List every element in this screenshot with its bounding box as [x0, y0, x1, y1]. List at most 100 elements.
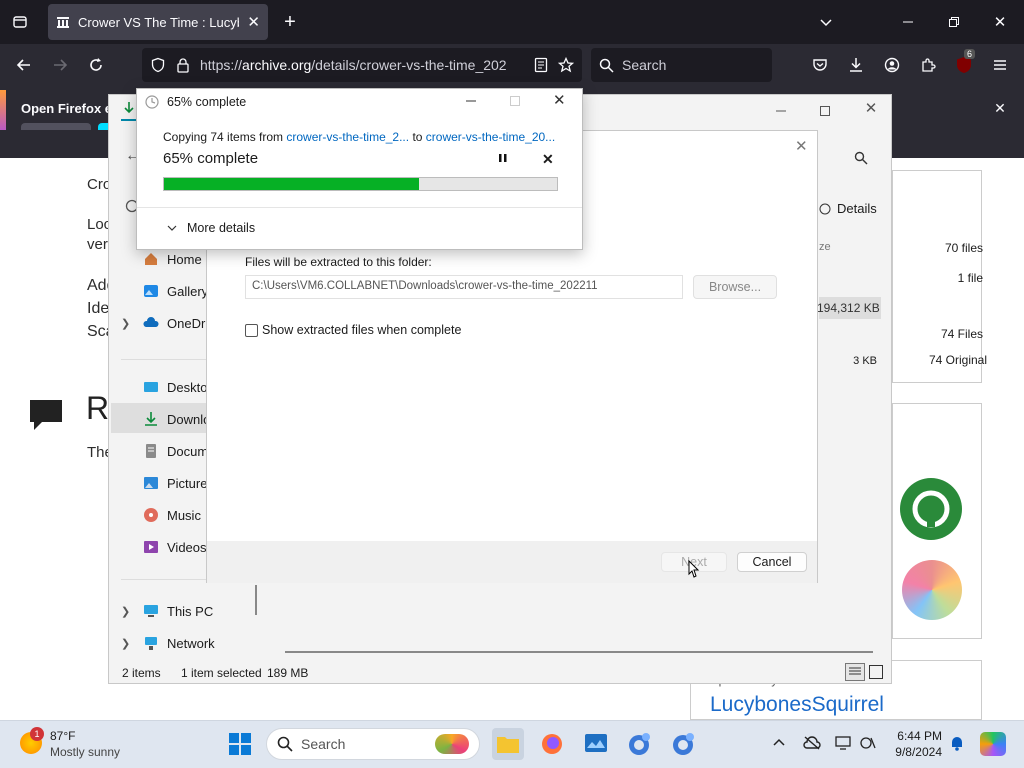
- back-arrow-icon[interactable]: [12, 53, 36, 77]
- restore-window-icon[interactable]: [942, 10, 966, 34]
- uploader-link[interactable]: LucybonesSquirrel: [710, 693, 884, 717]
- minimize-window-icon[interactable]: [896, 10, 920, 34]
- details-button[interactable]: Details: [819, 201, 877, 216]
- chevron-up-icon[interactable]: [772, 736, 786, 750]
- progress-bar-fill: [164, 178, 420, 190]
- pocket-icon[interactable]: [808, 53, 832, 77]
- shield-icon[interactable]: [150, 57, 166, 73]
- chevron-down-icon[interactable]: [814, 10, 838, 34]
- search-icon: [599, 58, 614, 73]
- sidebar-item-pictures[interactable]: Pictures: [143, 475, 214, 491]
- sidebar-scrollbar[interactable]: [255, 585, 257, 615]
- search-bar[interactable]: Search: [591, 48, 772, 82]
- extract-path-input[interactable]: C:\Users\VM6.COLLABNET\Downloads\crower-…: [245, 275, 683, 299]
- weather-temp[interactable]: 87°F: [50, 729, 75, 743]
- desktop-icon: [144, 382, 158, 392]
- tab-list-icon[interactable]: [8, 10, 32, 34]
- url-text[interactable]: https://archive.org/details/crower-vs-th…: [200, 57, 524, 73]
- destination-folder-link[interactable]: crower-vs-the-time_20...: [426, 130, 555, 144]
- start-button[interactable]: [224, 728, 256, 760]
- sidebar-item-network[interactable]: Network: [143, 635, 215, 651]
- reader-view-icon[interactable]: [534, 57, 548, 73]
- forward-arrow-icon[interactable]: [48, 53, 72, 77]
- lock-icon[interactable]: [176, 57, 190, 73]
- close-tab-icon[interactable]: ✕: [247, 13, 260, 31]
- show-files-checkbox[interactable]: [245, 323, 258, 337]
- taskbar-search[interactable]: Search: [266, 728, 480, 760]
- sidebar-item-desktop[interactable]: Desktop: [143, 379, 215, 395]
- explorer-search-icon[interactable]: [854, 151, 868, 165]
- explorer-maximize-icon[interactable]: [813, 101, 837, 121]
- downloads-icon[interactable]: [844, 53, 868, 77]
- chat-taskbar-icon-2[interactable]: [668, 728, 700, 760]
- archive-favicon-icon: [56, 15, 70, 29]
- sidebar-item-label: Network: [167, 635, 215, 651]
- chat-taskbar-icon[interactable]: [624, 728, 656, 760]
- reload-icon[interactable]: [84, 53, 108, 77]
- clock-date[interactable]: 9/8/2024: [886, 745, 942, 759]
- new-tab-icon[interactable]: +: [278, 10, 302, 34]
- more-details-toggle[interactable]: More details: [167, 221, 255, 235]
- copying-prefix: Copying 74 items from: [163, 130, 284, 144]
- app-taskbar-icon[interactable]: [580, 728, 612, 760]
- pause-icon[interactable]: [497, 152, 509, 164]
- progress-close-icon[interactable]: ✕: [553, 91, 566, 109]
- sidebar-item-videos[interactable]: Videos: [143, 539, 207, 555]
- hamburger-menu-icon[interactable]: [988, 53, 1012, 77]
- windows-logo-icon: [229, 733, 251, 755]
- close-window-icon[interactable]: ✕: [988, 10, 1012, 34]
- browser-tab-active[interactable]: Crower VS The Time : Lucybon ✕: [48, 4, 268, 40]
- tiles-view-icon[interactable]: [869, 665, 883, 679]
- source-folder-link[interactable]: crower-vs-the-time_2...: [286, 130, 409, 144]
- page-text-line: ver: [87, 236, 108, 253]
- copilot-icon[interactable]: [980, 732, 1006, 756]
- progress-bar: [163, 177, 558, 191]
- url-bar[interactable]: https://archive.org/details/crower-vs-th…: [142, 48, 582, 82]
- sidebar-item-this-pc[interactable]: This PC: [143, 603, 213, 619]
- sidebar-item-onedrive[interactable]: OneDriv: [143, 315, 215, 331]
- size-column-label: ze: [819, 241, 831, 253]
- sidebar-item-gallery[interactable]: Gallery: [143, 283, 208, 299]
- mouse-cursor-icon: [684, 560, 700, 584]
- chevron-right-icon[interactable]: ❯: [121, 637, 130, 650]
- cancel-button[interactable]: Cancel: [737, 552, 807, 572]
- cancel-copy-icon[interactable]: ✕: [542, 151, 554, 168]
- show-files-checkbox-row[interactable]: Show extracted files when complete: [245, 323, 461, 337]
- chevron-right-icon[interactable]: ❯: [121, 605, 130, 618]
- wizard-close-icon[interactable]: ✕: [795, 137, 808, 155]
- extract-folder-label: Files will be extracted to this folder:: [245, 255, 432, 269]
- firefox-taskbar-icon[interactable]: [536, 728, 568, 760]
- chevron-down-icon: [167, 225, 177, 231]
- cloud-sync-icon[interactable]: [803, 735, 821, 751]
- horizontal-scrollbar[interactable]: [285, 651, 873, 653]
- clock-time[interactable]: 6:44 PM: [886, 729, 942, 743]
- notification-bell-icon[interactable]: [950, 735, 964, 751]
- ublock-extension-icon[interactable]: 6: [952, 49, 976, 77]
- reviews-comment-icon: [28, 398, 64, 432]
- explorer-close-icon[interactable]: ✕: [859, 99, 883, 123]
- file-explorer-taskbar-icon[interactable]: [492, 728, 524, 760]
- to-word: to: [412, 130, 423, 144]
- account-icon[interactable]: [880, 53, 904, 77]
- explorer-minimize-icon[interactable]: [769, 101, 793, 121]
- gallery-icon: [144, 285, 158, 297]
- network-status-icon[interactable]: [860, 736, 876, 750]
- sidebar-item-downloads[interactable]: Downlo: [143, 411, 210, 427]
- copy-progress-dialog: 65% complete ✕ Copying 74 items from cro…: [136, 88, 583, 250]
- chevron-right-icon[interactable]: ❯: [121, 317, 130, 330]
- sidebar-item-documents[interactable]: Docume: [143, 443, 215, 459]
- monitor-icon[interactable]: [835, 736, 851, 750]
- sidebar-item-home[interactable]: Home: [143, 251, 202, 267]
- bookmark-star-icon[interactable]: [558, 57, 574, 73]
- close-notification-icon[interactable]: ✕: [988, 96, 1012, 120]
- progress-minimize-icon[interactable]: [463, 93, 479, 109]
- original-74: 74 Original: [928, 353, 987, 367]
- sidebar-item-music[interactable]: Music: [143, 507, 201, 523]
- url-prefix: https://: [200, 57, 243, 73]
- details-view-icon[interactable]: [845, 663, 865, 681]
- pictures-icon: [144, 477, 158, 489]
- browse-button[interactable]: Browse...: [693, 275, 777, 299]
- weather-desc[interactable]: Mostly sunny: [50, 745, 120, 759]
- extensions-icon[interactable]: [916, 53, 940, 77]
- one-file-count: 1 file: [957, 271, 983, 285]
